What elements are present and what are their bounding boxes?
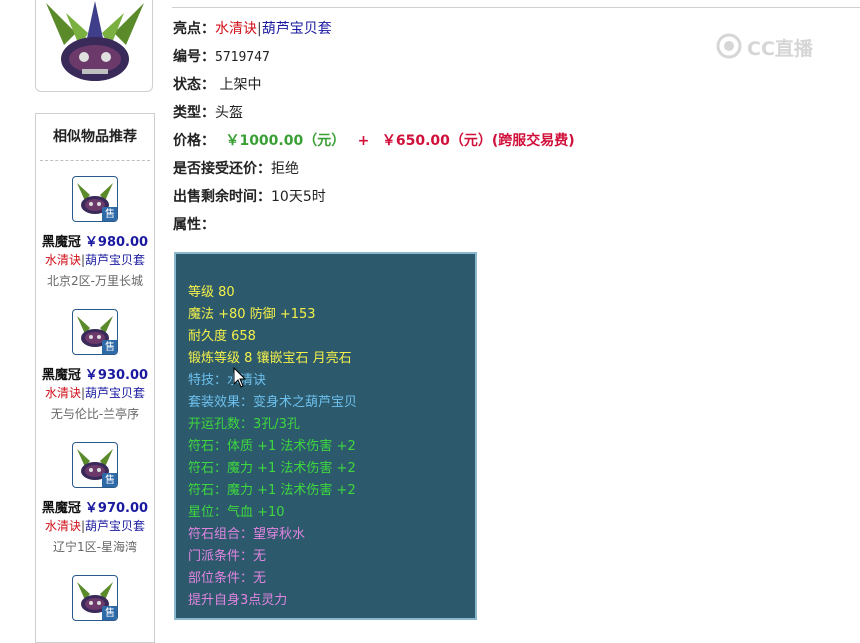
helmet-image: [46, 1, 144, 81]
attr-slot-requirement: 部位条件：无: [188, 571, 267, 586]
rec-item[interactable]: 售 黑魔冠 ￥970.00 水清诀|葫芦宝贝套 辽宁1区-星海湾: [36, 442, 154, 554]
price-fee: ￥650.00（元）(跨服交易费): [381, 133, 575, 149]
highlight-row: 亮点：水清诀|葫芦宝贝套: [173, 18, 332, 40]
type-label: 类型：: [173, 105, 215, 121]
highlight-label: 亮点：: [173, 21, 215, 37]
id-value: 5719747: [215, 50, 270, 65]
sell-badge: 售: [102, 473, 117, 487]
attr-level: 等级 80: [188, 285, 235, 300]
attr-school-requirement: 门派条件：无: [188, 549, 267, 564]
sidebar-title: 相似物品推荐: [40, 114, 150, 161]
price-main: ￥1000.00（元）: [225, 133, 346, 149]
rec-item-thumb[interactable]: 售: [72, 309, 118, 355]
attr-runestone: 符石：体质 +1 法术伤害 +2: [188, 439, 356, 454]
rec-item-name[interactable]: 黑魔冠: [42, 501, 81, 516]
rec-item-tag: 水清诀: [44, 386, 81, 400]
mouse-cursor-icon: [233, 367, 247, 388]
rec-item-price: ￥970.00: [84, 501, 149, 516]
rec-item-tag: 水清诀: [44, 519, 81, 533]
id-row: 编号：5719747: [173, 46, 270, 68]
highlight-tag: 葫芦宝贝套: [261, 21, 332, 37]
rec-item[interactable]: 售 黑魔冠 ￥980.00 水清诀|葫芦宝贝套 北京2区-万里长城: [36, 176, 154, 288]
status-row: 状态： 上架中: [173, 74, 261, 96]
rec-item-tag: 葫芦宝贝套: [85, 519, 146, 533]
bargain-row: 是否接受还价：拒绝: [173, 158, 299, 180]
type-row: 类型：头盔: [173, 102, 243, 124]
sell-badge: 售: [102, 207, 117, 221]
attr-magic-defense: 魔法 +80 防御 +153: [188, 307, 316, 322]
status-value: 上架中: [215, 77, 262, 93]
attr-runestone-combo: 符石组合：望穿秋水: [188, 527, 306, 542]
rec-item-name[interactable]: 黑魔冠: [42, 235, 81, 250]
rec-item-name[interactable]: 黑魔冠: [42, 368, 81, 383]
rec-item-thumb[interactable]: 售: [72, 442, 118, 488]
rec-item-thumb[interactable]: 售: [72, 575, 118, 621]
remaining-time-row: 出售剩余时间：10天5时: [173, 186, 326, 208]
highlight-tag: 水清诀: [215, 21, 257, 37]
rec-item-tag: 葫芦宝贝套: [85, 386, 146, 400]
attr-durability: 耐久度 658: [188, 329, 256, 344]
rec-item-tag: 水清诀: [44, 253, 81, 267]
attr-star: 星位：气血 +10: [188, 505, 285, 520]
rec-item-server: 无与伦比-兰亭序: [50, 407, 140, 421]
rec-item[interactable]: 售 黑魔冠 ￥930.00 水清诀|葫芦宝贝套 无与伦比-兰亭序: [36, 309, 154, 421]
attribute-panel: 等级 80 魔法 +80 防御 +153 耐久度 658 锻炼等级 8 镶嵌宝石…: [174, 252, 477, 620]
attributes-row: 属性：: [173, 214, 215, 236]
rec-item[interactable]: 售: [36, 575, 154, 635]
price-row: 价格： ￥1000.00（元） + ￥650.00（元）(跨服交易费): [173, 130, 575, 152]
attr-forging: 锻炼等级 8 镶嵌宝石 月亮石: [188, 351, 352, 366]
attributes-label: 属性：: [173, 217, 215, 233]
rec-item-tag: 葫芦宝贝套: [85, 253, 146, 267]
similar-items-sidebar: 相似物品推荐 售 黑魔冠 ￥980.00 水清诀|葫芦宝贝套 北京2区-万里长城 …: [35, 113, 155, 643]
cc-live-logo: CC直播: [715, 32, 830, 60]
price-label: 价格：: [173, 133, 215, 149]
attr-set-effect: 套装效果：变身术之葫芦宝贝: [188, 395, 358, 410]
id-label: 编号：: [173, 49, 215, 65]
sell-badge: 售: [102, 606, 117, 620]
rec-item-price: ￥930.00: [84, 368, 149, 383]
rec-item-server: 北京2区-万里长城: [47, 274, 143, 288]
item-main-image[interactable]: [35, 0, 153, 92]
remaining-value: 10天5时: [271, 189, 326, 205]
attr-skill: 特技：水清诀: [188, 373, 267, 388]
top-divider: [172, 7, 860, 8]
attr-spirit-bonus: 提升自身3点灵力: [188, 593, 288, 608]
cc-live-icon: [716, 33, 742, 59]
rec-item-server: 辽宁1区-星海湾: [53, 540, 137, 554]
bargain-value: 拒绝: [271, 161, 299, 177]
cc-live-text: CC直播: [747, 38, 813, 60]
bargain-label: 是否接受还价：: [173, 161, 271, 177]
attr-runestone: 符石：魔力 +1 法术伤害 +2: [188, 461, 356, 476]
attr-runestone: 符石：魔力 +1 法术伤害 +2: [188, 483, 356, 498]
rec-item-thumb[interactable]: 售: [72, 176, 118, 222]
type-value: 头盔: [215, 105, 243, 121]
price-plus: +: [357, 133, 370, 149]
attr-slots: 开运孔数：3孔/3孔: [188, 417, 300, 432]
status-label: 状态：: [173, 77, 215, 93]
remaining-label: 出售剩余时间：: [173, 189, 271, 205]
sell-badge: 售: [102, 340, 117, 354]
rec-item-price: ￥980.00: [84, 235, 149, 250]
